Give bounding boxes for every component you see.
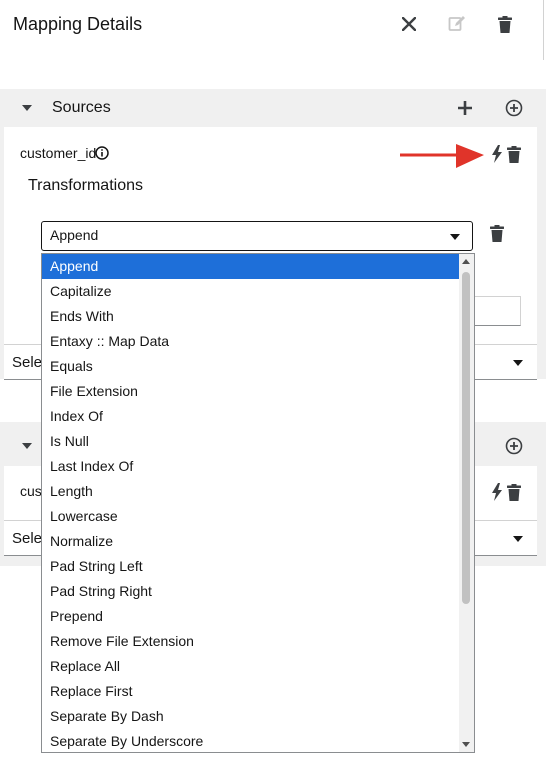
dropdown-option[interactable]: Entaxy :: Map Data bbox=[42, 329, 461, 354]
sources-label: Sources bbox=[52, 99, 111, 116]
dropdown-option[interactable]: Replace First bbox=[42, 679, 461, 704]
annotation-arrow bbox=[398, 142, 488, 175]
dropdown-option[interactable]: Normalize bbox=[42, 529, 461, 554]
select-placeholder: Sele bbox=[12, 530, 43, 547]
info-icon[interactable] bbox=[95, 146, 109, 165]
caret-down-icon bbox=[22, 443, 32, 449]
transformation-listbox: Append Capitalize Ends With Entaxy :: Map D… bbox=[41, 253, 475, 753]
trash-icon[interactable] bbox=[490, 225, 504, 247]
dropdown-option[interactable]: Separate By Underscore bbox=[42, 729, 461, 752]
transformations-label: Transformations bbox=[28, 177, 143, 194]
bolt-icon[interactable] bbox=[491, 145, 503, 168]
field-name: customer_id bbox=[20, 145, 97, 161]
scroll-up-icon[interactable] bbox=[462, 259, 470, 264]
add-icon[interactable] bbox=[453, 96, 477, 120]
dropdown-option[interactable]: Length bbox=[42, 479, 461, 504]
dropdown-option[interactable]: Separate By Dash bbox=[42, 704, 461, 729]
caret-down-icon bbox=[22, 105, 32, 111]
dropdown-option[interactable]: Index Of bbox=[42, 404, 461, 429]
dropdown-option[interactable]: Prepend bbox=[42, 604, 461, 629]
caret-down-icon bbox=[513, 536, 523, 542]
collapse-toggle[interactable] bbox=[22, 443, 32, 449]
dropdown-option[interactable]: Replace All bbox=[42, 654, 461, 679]
dropdown-option[interactable]: Equals bbox=[42, 354, 461, 379]
close-icon[interactable] bbox=[397, 12, 421, 36]
dropdown-option[interactable]: Last Index Of bbox=[42, 454, 461, 479]
select-value: Append bbox=[50, 227, 99, 243]
dropdown-option[interactable]: Is Null bbox=[42, 429, 461, 454]
parameter-input[interactable] bbox=[470, 296, 521, 326]
trash-icon[interactable] bbox=[493, 12, 517, 36]
page-title: Mapping Details bbox=[13, 14, 143, 34]
dropdown-option[interactable]: Ends With bbox=[42, 304, 461, 329]
select-placeholder: Sele bbox=[12, 354, 43, 371]
dropdown-option[interactable]: Pad String Right bbox=[42, 579, 461, 604]
dropdown-option[interactable]: File Extension bbox=[42, 379, 461, 404]
scrollbar[interactable] bbox=[459, 254, 474, 752]
scroll-down-icon[interactable] bbox=[462, 742, 470, 747]
dropdown-option[interactable]: Pad String Left bbox=[42, 554, 461, 579]
trash-icon[interactable] bbox=[507, 484, 521, 506]
dropdown-option[interactable]: Append bbox=[42, 254, 461, 279]
caret-down-icon bbox=[513, 360, 523, 366]
edit-icon bbox=[445, 12, 469, 36]
caret-down-icon bbox=[450, 234, 460, 240]
dropdown-option[interactable]: Remove File Extension bbox=[42, 629, 461, 654]
add-circle-icon[interactable] bbox=[502, 96, 526, 120]
collapse-toggle[interactable] bbox=[22, 105, 32, 111]
transformation-select[interactable]: Append bbox=[41, 221, 473, 251]
bolt-icon[interactable] bbox=[491, 483, 503, 506]
dropdown-option[interactable]: Capitalize bbox=[42, 279, 461, 304]
dropdown-option[interactable]: Lowercase bbox=[42, 504, 461, 529]
add-circle-icon[interactable] bbox=[502, 434, 526, 458]
scrollbar-thumb[interactable] bbox=[462, 272, 470, 604]
trash-icon[interactable] bbox=[507, 146, 521, 168]
